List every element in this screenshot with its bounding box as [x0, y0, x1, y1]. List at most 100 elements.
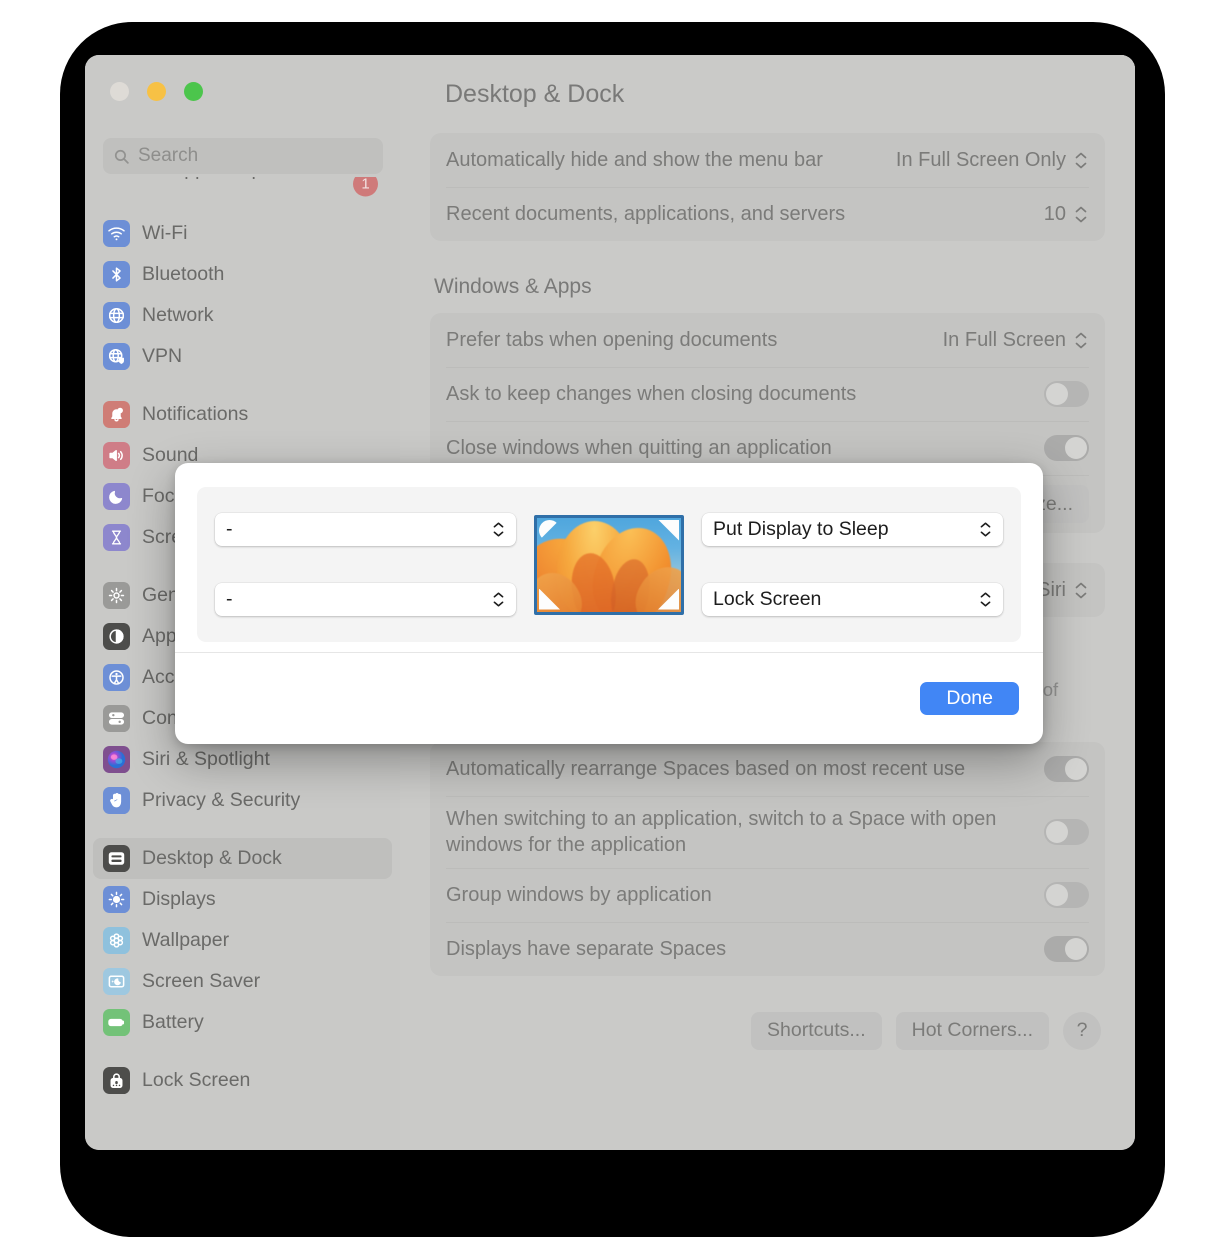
shortcuts-button[interactable]: Shortcuts... [751, 1012, 882, 1050]
row-label: Ask to keep changes when closing documen… [446, 381, 1044, 407]
sidebar-item-label: Displays [142, 888, 216, 911]
menu-bar-group: Automatically hide and show the menu bar… [430, 133, 1105, 241]
select-value: Put Display to Sleep [713, 518, 979, 541]
switch-space-toggle[interactable] [1044, 819, 1089, 845]
separate-spaces-toggle[interactable] [1044, 936, 1089, 962]
hot-corner-top-left-select[interactable]: - [215, 513, 516, 546]
sidebar-item-siri-spotlight[interactable]: Siri & Spotlight [93, 739, 392, 780]
sidebar-item-label: Privacy & Security [142, 789, 300, 812]
prefer-tabs-select[interactable]: In Full Screen [943, 327, 1089, 353]
sidebar-item-bluetooth[interactable]: Bluetooth [93, 254, 392, 295]
row-rearrange-spaces[interactable]: Automatically rearrange Spaces based on … [430, 742, 1105, 796]
done-button[interactable]: Done [920, 682, 1019, 715]
sidebar-item-desktop-dock[interactable]: Desktop & Dock [93, 838, 392, 879]
wifi-icon [103, 220, 130, 247]
control-center-icon [103, 705, 130, 732]
sidebar-item-label: Screen Saver [142, 970, 260, 993]
sidebar-group-divider [85, 377, 400, 394]
hot-corner-bottom-right-select[interactable]: Lock Screen [702, 583, 1003, 616]
recent-documents-select[interactable]: 10 [1044, 201, 1089, 227]
sidebar-group-divider [85, 1043, 400, 1060]
row-switch-space[interactable]: When switching to an application, switch… [430, 796, 1105, 868]
select-value: Lock Screen [713, 588, 979, 611]
page-title: Desktop & Dock [400, 55, 1135, 133]
sidebar-item-displays[interactable]: Displays [93, 879, 392, 920]
row-separate-spaces[interactable]: Displays have separate Spaces [430, 922, 1105, 976]
chevron-updown-icon [1073, 327, 1089, 353]
search-icon [113, 148, 130, 165]
hot-corner-top-right-select[interactable]: Put Display to Sleep [702, 513, 1003, 546]
sidebar-item-battery[interactable]: Battery [93, 1002, 392, 1043]
row-ask-keep-changes[interactable]: Ask to keep changes when closing documen… [430, 367, 1105, 421]
help-button[interactable]: ? [1063, 1012, 1101, 1050]
minimize-button[interactable] [147, 82, 166, 101]
apple-id-alert-badge: 1 [353, 177, 378, 197]
siri-icon [103, 746, 130, 773]
brightness-icon [103, 886, 130, 913]
desktop-wallpaper-preview [534, 515, 684, 615]
sidebar-item-wallpaper[interactable]: Wallpaper [93, 920, 392, 961]
battery-icon [103, 1009, 130, 1036]
hot-corners-left-column: - - [215, 513, 516, 616]
traffic-light-buttons [110, 82, 203, 101]
default-assistant-select[interactable]: Siri [1037, 577, 1089, 603]
ask-keep-changes-toggle[interactable] [1044, 381, 1089, 407]
row-label: Automatically hide and show the menu bar [446, 147, 896, 173]
search-input[interactable]: Search [103, 138, 383, 174]
hot-corners-body: - - [197, 487, 1021, 642]
speaker-icon [103, 442, 130, 469]
hot-corners-sheet: - - [175, 463, 1043, 744]
hot-corner-bottom-left-select[interactable]: - [215, 583, 516, 616]
row-label: Recent documents, applications, and serv… [446, 201, 1044, 227]
rearrange-spaces-toggle[interactable] [1044, 756, 1089, 782]
screensaver-icon [103, 968, 130, 995]
sidebar-item-label: Siri & Spotlight [142, 748, 270, 771]
sidebar-item-privacy-security[interactable]: Privacy & Security [93, 780, 392, 821]
sidebar-item-apple-id-alert[interactable]: Review Apple ID phone number 1 [93, 177, 392, 213]
select-value: In Full Screen [943, 329, 1066, 352]
chevron-updown-icon [1073, 147, 1089, 173]
sidebar-item-vpn[interactable]: VPN [93, 336, 392, 377]
hot-corners-button[interactable]: Hot Corners... [896, 1012, 1049, 1050]
row-label: Close windows when quitting an applicati… [446, 435, 1044, 461]
sidebar-item-label: Lock Screen [142, 1069, 250, 1092]
sidebar-item-label: Notifications [142, 403, 248, 426]
search-placeholder: Search [138, 145, 198, 167]
chevron-updown-icon [979, 519, 992, 541]
group-windows-toggle[interactable] [1044, 882, 1089, 908]
sidebar-item-lock-screen[interactable]: Lock Screen [93, 1060, 392, 1101]
chevron-updown-icon [1073, 577, 1089, 603]
hourglass-icon [103, 524, 130, 551]
sidebar-item-label: Bluetooth [142, 263, 224, 286]
zoom-button[interactable] [184, 82, 203, 101]
sidebar-item-screen-saver[interactable]: Screen Saver [93, 961, 392, 1002]
accessibility-icon [103, 664, 130, 691]
hot-corners-footer: Done [175, 652, 1043, 744]
globe-icon [103, 302, 130, 329]
sidebar-item-wi-fi[interactable]: Wi-Fi [93, 213, 392, 254]
row-group-windows[interactable]: Group windows by application [430, 868, 1105, 922]
auto-hide-menu-bar-select[interactable]: In Full Screen Only [896, 147, 1089, 173]
row-recent-documents[interactable]: Recent documents, applications, and serv… [430, 187, 1105, 241]
bell-icon [103, 401, 130, 428]
sidebar-item-label: Wi-Fi [142, 222, 187, 245]
select-value: 10 [1044, 203, 1066, 226]
row-label: Prefer tabs when opening documents [446, 327, 943, 353]
close-windows-quitting-toggle[interactable] [1044, 435, 1089, 461]
lock-icon [103, 1067, 130, 1094]
select-value: In Full Screen Only [896, 149, 1066, 172]
row-prefer-tabs[interactable]: Prefer tabs when opening documents In Fu… [430, 313, 1105, 367]
row-auto-hide-menu-bar[interactable]: Automatically hide and show the menu bar… [430, 133, 1105, 187]
close-button[interactable] [110, 82, 129, 101]
gear-icon [103, 582, 130, 609]
sidebar-item-label: Network [142, 304, 214, 327]
chevron-updown-icon [492, 589, 505, 611]
sidebar-item-notifications[interactable]: Notifications [93, 394, 392, 435]
sidebar-item-network[interactable]: Network [93, 295, 392, 336]
desktop-dock-icon [103, 845, 130, 872]
appearance-icon [103, 623, 130, 650]
row-label: When switching to an application, switch… [446, 806, 1044, 858]
mission-control-group: Automatically rearrange Spaces based on … [430, 742, 1105, 976]
chevron-updown-icon [492, 519, 505, 541]
moon-icon [103, 483, 130, 510]
